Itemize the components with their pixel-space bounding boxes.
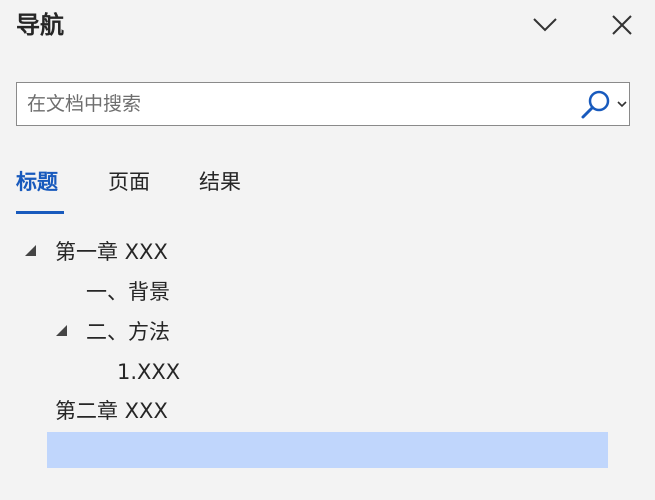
pane-title: 导航 (16, 11, 64, 39)
navigation-tabs: 标题 页面 结果 (0, 158, 655, 218)
chevron-down-icon (533, 18, 557, 32)
tab-results[interactable]: 结果 (199, 166, 241, 198)
pane-options-button[interactable] (527, 8, 563, 42)
tree-item-chapter-1[interactable]: 第一章 XXX (55, 234, 168, 270)
tree-item-subsection-1[interactable]: 1.XXX (117, 354, 180, 390)
active-tab-indicator (16, 211, 64, 214)
search-box (16, 82, 630, 126)
selected-heading-row[interactable] (47, 432, 608, 468)
search-button[interactable] (580, 87, 628, 121)
collapse-method-icon[interactable] (56, 325, 67, 336)
tab-headings[interactable]: 标题 (16, 166, 58, 198)
close-icon (612, 15, 632, 35)
navigation-pane-header: 导航 (0, 0, 655, 56)
tree-item-background[interactable]: 一、背景 (86, 274, 170, 310)
tree-item-method[interactable]: 二、方法 (86, 314, 170, 350)
collapse-chapter-1-icon[interactable] (25, 245, 36, 256)
search-input[interactable] (27, 83, 577, 125)
tab-pages[interactable]: 页面 (108, 166, 150, 198)
search-icon (581, 90, 610, 119)
close-pane-button[interactable] (604, 8, 640, 42)
chevron-down-icon (617, 101, 627, 108)
tree-item-chapter-2[interactable]: 第二章 XXX (55, 393, 168, 429)
